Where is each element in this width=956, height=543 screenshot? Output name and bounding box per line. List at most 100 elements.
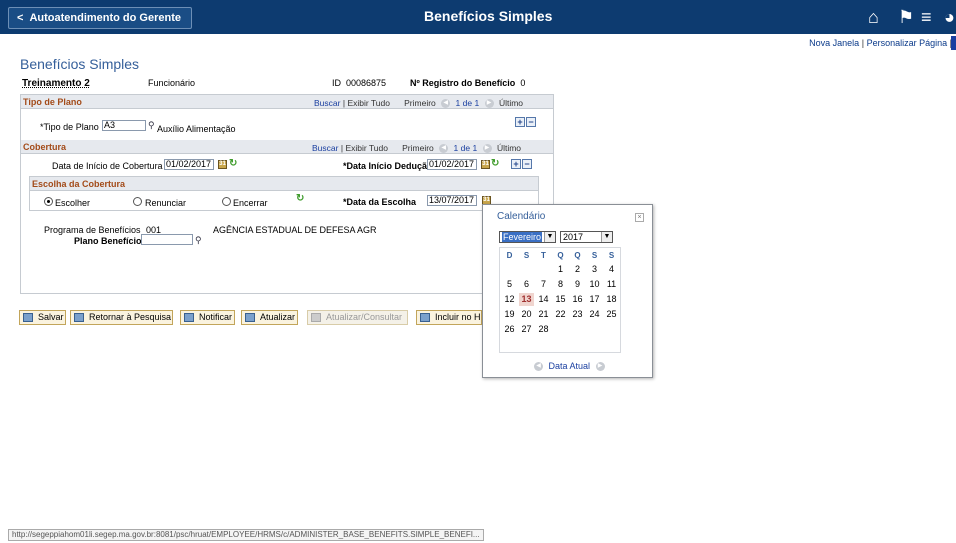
benefit-reg-label: Nº Registro do Benefício [410,78,516,88]
calendar-day[interactable]: 12 [502,293,517,306]
calendar-day[interactable]: 1 [553,263,568,276]
calendar-day[interactable]: 10 [587,278,602,291]
radio-waive[interactable] [133,197,142,206]
weekday: D [506,251,513,260]
calendar-day[interactable]: 4 [604,263,619,276]
delete-row-icon[interactable]: − [526,117,536,127]
calendar-day[interactable]: 17 [587,293,602,306]
notify-icon [184,313,194,322]
page-title: Benefícios Simples [20,56,140,72]
section-escolha: Escolha da Cobertura [30,177,538,191]
year-select[interactable]: 2017 ▼ [560,231,613,243]
calendar-day[interactable]: 23 [570,308,585,321]
menu-icon[interactable]: ≡ [921,8,932,26]
next-arrow-icon[interactable]: ▶ [482,144,492,154]
calendar-day[interactable]: 19 [502,308,517,321]
plan-benefits-label: Plano Benefícios [74,236,147,246]
flag-icon[interactable]: ⚑ [898,8,914,26]
calendar-day[interactable]: 3 [587,263,602,276]
benefit-reg: Nº Registro do Benefício 0 [410,78,525,88]
search-link[interactable]: Buscar [314,98,340,108]
calendar-day[interactable]: 11 [604,278,619,291]
include-history-button-label: Incluir no H [435,312,481,322]
next-arrow-icon[interactable]: ▶ [595,362,605,372]
refresh-icon[interactable]: ↻ [491,158,499,169]
deduction-start-input[interactable]: 01/02/2017 [427,159,477,170]
calendar-day[interactable]: 13 [519,293,534,306]
calendar-day[interactable]: 21 [536,308,551,321]
tipo-plano-desc: Auxílio Alimentação [157,124,236,134]
calendar-day[interactable]: 15 [553,293,568,306]
row-range: 1 de 1 [453,143,478,153]
update-view-button-label: Atualizar/Consultar [326,312,403,322]
home-icon[interactable]: ⌂ [868,8,879,26]
lookup-icon[interactable]: ⚲ [148,120,155,130]
save-button[interactable]: Salvar [19,310,66,325]
navbar-icon[interactable]: ◕ [944,8,955,26]
radio-choose[interactable] [44,197,53,206]
save-button-label: Salvar [38,312,64,322]
cobertura-nav: Buscar | Exibir Tudo Primeiro ◀ 1 de 1 ▶… [312,143,521,154]
notify-button[interactable]: Notificar [180,310,235,325]
notify-button-label: Notificar [199,312,233,322]
personalize-link[interactable]: Personalizar Página [867,38,948,48]
update-view-button[interactable]: Atualizar/Consultar [307,310,408,325]
calendar-day[interactable]: 16 [570,293,585,306]
new-window-link[interactable]: Nova Janela [809,38,859,48]
link-separator: | [861,38,865,48]
calendar-icon[interactable]: 31 [218,160,227,169]
calendar-day[interactable]: 26 [502,323,517,336]
calendar-day[interactable]: 6 [519,278,534,291]
coverage-start-input[interactable]: 01/02/2017 [164,159,214,170]
include-history-button[interactable]: Incluir no H [416,310,482,325]
show-all-link[interactable]: Exibir Tudo [347,98,390,108]
calendar-day[interactable]: 7 [536,278,551,291]
benefit-reg-value: 0 [520,78,526,88]
back-button-label: Autoatendimento do Gerente [29,12,181,24]
choice-date-input[interactable]: 13/07/2017 [427,195,477,206]
return-to-search-button[interactable]: Retornar à Pesquisa [70,310,173,325]
calendar-day[interactable]: 2 [570,263,585,276]
calendar-day[interactable]: 9 [570,278,585,291]
weekday: S [591,251,598,260]
calendar-day[interactable]: 25 [604,308,619,321]
back-button[interactable]: < Autoatendimento do Gerente [8,7,192,29]
calendar-day[interactable]: 18 [604,293,619,306]
weekday-header: D S T Q Q S S [500,249,622,262]
nav-separator: | [342,98,346,108]
calendar-day[interactable]: 28 [536,323,551,336]
refresh-icon [245,313,255,322]
plan-benefits-input[interactable] [141,234,193,245]
calendar-day[interactable]: 27 [519,323,534,336]
calendar-day[interactable]: 5 [502,278,517,291]
close-icon[interactable]: × [635,213,644,222]
weekday: S [608,251,615,260]
prev-arrow-icon[interactable]: ◀ [439,144,449,154]
calendar-day[interactable]: 22 [553,308,568,321]
help-link-edge[interactable] [951,36,956,50]
month-select[interactable]: Fevereiro ▼ [499,231,556,243]
weekday: S [523,251,530,260]
radio-end[interactable] [222,197,231,206]
refresh-icon[interactable]: ↻ [229,158,237,169]
next-arrow-icon[interactable]: ▶ [484,99,494,109]
search-link[interactable]: Buscar [312,143,338,153]
refresh-button[interactable]: Atualizar [241,310,298,325]
prev-arrow-icon[interactable]: ◀ [441,99,451,109]
tipo-plano-input[interactable]: A3 [102,120,146,131]
calendar-day[interactable]: 14 [536,293,551,306]
today-link[interactable]: Data Atual [549,361,591,371]
calendar-popup: Calendário × Fevereiro ▼ 2017 ▼ D S T Q … [482,204,653,378]
calendar-day[interactable]: 8 [553,278,568,291]
add-row-icon[interactable]: + [515,117,525,127]
calendar-day[interactable]: 20 [519,308,534,321]
add-row-icon[interactable]: + [511,159,521,169]
show-all-link[interactable]: Exibir Tudo [345,143,388,153]
prev-arrow-icon[interactable]: ◀ [534,362,543,372]
calendar-icon[interactable]: 31 [481,160,490,169]
delete-row-icon[interactable]: − [522,159,532,169]
calendar-day[interactable]: 24 [587,308,602,321]
employee-id: ID 00086875 [332,78,386,88]
refresh-icon[interactable]: ↻ [296,193,304,204]
lookup-icon[interactable]: ⚲ [195,235,202,245]
